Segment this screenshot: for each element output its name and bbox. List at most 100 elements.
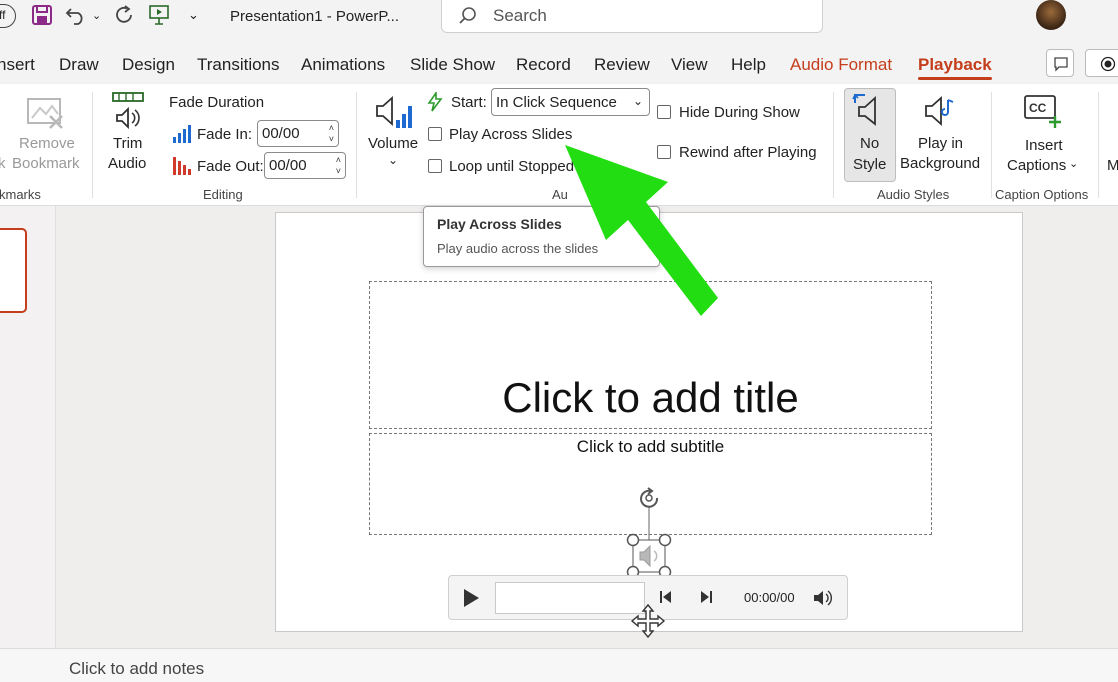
- search-placeholder: Search: [493, 6, 547, 25]
- spin-down-icon[interactable]: ˅: [329, 134, 334, 144]
- spin-up-icon[interactable]: ˄: [329, 123, 334, 133]
- play-in-background-icon[interactable]: [922, 94, 958, 130]
- tab-playback[interactable]: Playback: [918, 55, 992, 80]
- ribbon-separator: [92, 92, 93, 198]
- fade-out-input[interactable]: 00/00 ˄ ˅: [264, 152, 346, 179]
- title-placeholder-text: Click to add title: [502, 374, 799, 421]
- trim-audio-label[interactable]: Trim: [113, 135, 142, 152]
- search-icon: [459, 7, 476, 24]
- notes-placeholder: Click to add notes: [69, 659, 205, 678]
- ribbon-separator: [356, 92, 357, 198]
- tab-transitions[interactable]: Transitions: [197, 55, 280, 75]
- no-style-button[interactable]: No Style: [844, 88, 896, 182]
- fade-in-value: 00/00: [262, 125, 300, 142]
- tab-record[interactable]: Record: [516, 55, 571, 75]
- remove-bookmark-label[interactable]: Remove: [19, 135, 75, 152]
- spin-up-icon[interactable]: ˄: [336, 155, 341, 165]
- volume-icon[interactable]: [374, 94, 416, 132]
- redo-icon[interactable]: [113, 4, 135, 26]
- group-label-caption-options: Caption Options: [995, 187, 1089, 202]
- no-style-label-2: Style: [853, 156, 887, 173]
- group-label-bookmarks: kmarks: [0, 187, 41, 202]
- fade-duration-label: Fade Duration: [169, 94, 265, 111]
- loop-until-stopped-checkbox[interactable]: [428, 159, 442, 173]
- ribbon-tabs: nsert Draw Design Transitions Animations…: [0, 44, 1118, 82]
- autosave-toggle[interactable]: ff: [0, 4, 16, 28]
- undo-icon[interactable]: [65, 5, 87, 25]
- group-label-audio-styles: Audio Styles: [877, 187, 950, 202]
- chevron-down-icon: ⌄: [632, 94, 643, 108]
- spin-down-icon[interactable]: ˅: [336, 166, 341, 176]
- undo-dropdown-icon[interactable]: ⌄: [92, 9, 101, 22]
- user-avatar[interactable]: [1036, 0, 1066, 30]
- document-title: Presentation1 - PowerP...: [230, 8, 399, 25]
- fade-in-icon: [173, 125, 191, 143]
- remove-bookmark-label-2[interactable]: Bookmark: [12, 155, 80, 172]
- play-across-slides-checkbox[interactable]: [428, 127, 442, 141]
- hide-during-show-label[interactable]: Hide During Show: [679, 104, 800, 121]
- autosave-fragment: ff: [0, 8, 6, 22]
- fade-out-icon: [173, 157, 191, 175]
- move-back-icon[interactable]: [659, 590, 673, 604]
- no-style-label: No: [860, 135, 880, 152]
- hide-during-show-checkbox[interactable]: [657, 105, 671, 119]
- tab-animations[interactable]: Animations: [301, 55, 385, 75]
- fade-out-value: 00/00: [269, 157, 307, 174]
- play-in-background-label[interactable]: Play in: [918, 135, 963, 152]
- tab-insert[interactable]: nsert: [0, 55, 35, 75]
- ribbon-separator: [1098, 92, 1099, 198]
- tab-draw[interactable]: Draw: [59, 55, 99, 75]
- fade-in-input[interactable]: 00/00 ˄ ˅: [257, 120, 339, 147]
- record-button[interactable]: [1085, 49, 1118, 77]
- save-icon[interactable]: [32, 5, 52, 25]
- tab-help[interactable]: Help: [731, 55, 766, 75]
- volume-label[interactable]: Volume: [368, 135, 418, 152]
- title-bar: ff ⌄ ⌄ Presentation1 - PowerP... Search: [0, 0, 1118, 38]
- audio-time: 00:00/00: [744, 590, 795, 605]
- slide-thumbnail[interactable]: [0, 228, 27, 313]
- start-value: In Click Sequence: [496, 94, 617, 111]
- no-style-icon: [852, 93, 876, 126]
- insert-captions-icon[interactable]: CC: [1023, 94, 1063, 130]
- search-box[interactable]: Search: [441, 0, 823, 33]
- group-label-editing: Editing: [203, 187, 243, 202]
- customize-toolbar-icon[interactable]: ⌄: [188, 7, 199, 23]
- insert-captions-label[interactable]: Insert: [1025, 137, 1063, 154]
- record-icon: [1100, 56, 1116, 72]
- notes-pane[interactable]: Click to add notes: [0, 648, 1118, 682]
- volume-dropdown-icon[interactable]: ⌄: [388, 153, 398, 167]
- comment-icon: [1054, 57, 1068, 72]
- tab-audio-format[interactable]: Audio Format: [790, 55, 892, 75]
- captions-dropdown-icon[interactable]: ⌄: [1069, 157, 1078, 170]
- start-label: Start:: [451, 94, 487, 111]
- tooltip-title: Play Across Slides: [437, 216, 562, 232]
- tab-review[interactable]: Review: [594, 55, 650, 75]
- move-forward-icon[interactable]: [699, 590, 713, 604]
- start-select[interactable]: In Click Sequence ⌄: [491, 88, 650, 116]
- fade-out-label: Fade Out:: [197, 158, 264, 175]
- tab-slide-show[interactable]: Slide Show: [410, 55, 495, 75]
- comments-button[interactable]: [1046, 49, 1074, 77]
- mute-icon[interactable]: [812, 589, 834, 607]
- tab-design[interactable]: Design: [122, 55, 175, 75]
- tab-view[interactable]: View: [671, 55, 708, 75]
- insert-captions-label-2[interactable]: Captions: [1007, 157, 1066, 174]
- more-button-label[interactable]: M: [1107, 157, 1118, 174]
- play-in-background-label-2[interactable]: Background: [900, 155, 980, 172]
- present-from-start-icon[interactable]: [148, 4, 170, 26]
- subtitle-placeholder-text: Click to add subtitle: [576, 437, 725, 456]
- trim-audio-icon[interactable]: [111, 91, 145, 131]
- audio-timeline[interactable]: [495, 582, 645, 614]
- play-icon[interactable]: [462, 588, 480, 608]
- svg-text:CC: CC: [1029, 101, 1047, 115]
- start-icon: [427, 92, 443, 112]
- fade-in-label: Fade In:: [197, 126, 253, 143]
- audio-object[interactable]: [620, 480, 680, 580]
- trim-audio-label-2[interactable]: Audio: [108, 155, 146, 172]
- ribbon-separator: [991, 92, 992, 198]
- remove-bookmark-icon: [27, 98, 63, 129]
- bookmark-cut-label: k: [0, 155, 6, 172]
- move-cursor-icon: [630, 603, 666, 639]
- ribbon-separator: [833, 92, 834, 198]
- annotation-arrow-icon: [565, 145, 718, 316]
